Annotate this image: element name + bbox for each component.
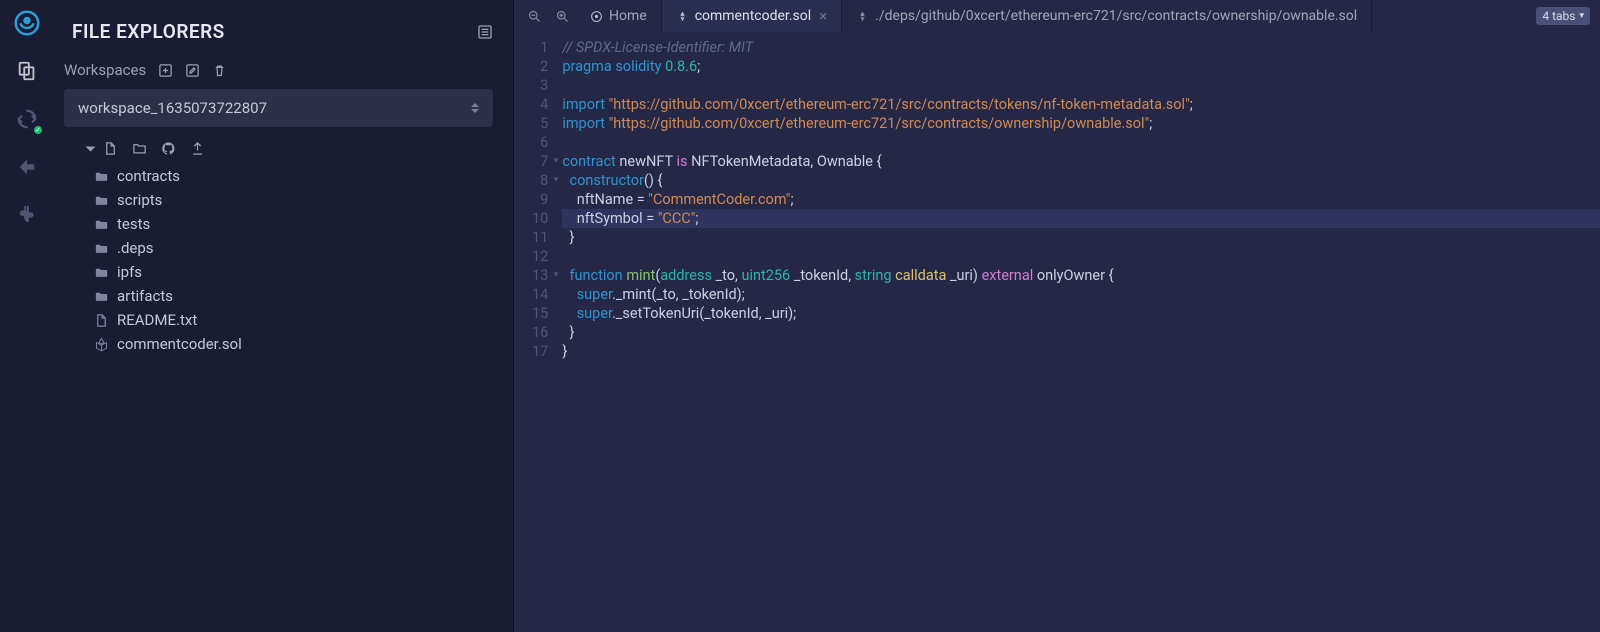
- github-icon[interactable]: [161, 141, 176, 156]
- home-icon: [590, 10, 603, 23]
- tab-home-label: Home: [609, 8, 647, 24]
- add-workspace-icon[interactable]: [158, 63, 173, 78]
- new-folder-icon[interactable]: [132, 141, 147, 156]
- zoom-in-icon[interactable]: [548, 9, 576, 24]
- close-icon[interactable]: ×: [819, 7, 827, 25]
- file-explorer-panel: FILE EXPLORERS Workspaces workspace_1635…: [54, 0, 514, 632]
- tab-home[interactable]: Home: [576, 0, 662, 32]
- code-editor[interactable]: 123456 789101112 1314151617 // SPDX-Lice…: [514, 32, 1600, 632]
- tree-folder[interactable]: tests: [94, 212, 493, 236]
- tree-folder[interactable]: scripts: [94, 188, 493, 212]
- workspace-select[interactable]: workspace_1635073722807: [64, 89, 493, 127]
- zoom-out-icon[interactable]: [520, 9, 548, 24]
- tab-other-label: ./deps/github/0xcert/ethereum-erc721/src…: [875, 8, 1357, 24]
- tree-file[interactable]: README.txt: [94, 308, 493, 332]
- tree-toolbar: [64, 137, 493, 164]
- solidity-icon: [676, 10, 689, 23]
- workspace-selected: workspace_1635073722807: [78, 99, 267, 117]
- gutter: 123456 789101112 1314151617: [514, 38, 562, 632]
- tree-folder[interactable]: ipfs: [94, 260, 493, 284]
- tree-file[interactable]: commentcoder.sol: [94, 332, 493, 356]
- upload-icon[interactable]: [190, 141, 205, 156]
- tree-folder[interactable]: artifacts: [94, 284, 493, 308]
- workspaces-row: Workspaces: [64, 57, 493, 89]
- panel-title: FILE EXPLORERS: [72, 20, 225, 43]
- panel-menu-icon[interactable]: [477, 24, 493, 40]
- tab-active[interactable]: commentcoder.sol ×: [662, 0, 842, 32]
- tree-folder[interactable]: .deps: [94, 236, 493, 260]
- tab-other[interactable]: ./deps/github/0xcert/ethereum-erc721/src…: [842, 0, 1372, 32]
- tree-caret-icon[interactable]: [86, 146, 96, 151]
- tab-bar: Home commentcoder.sol × ./deps/github/0x…: [514, 0, 1600, 32]
- file-tree: contracts scripts tests .deps ipfs artif…: [64, 164, 493, 356]
- app-logo: [12, 8, 42, 38]
- editor-area: Home commentcoder.sol × ./deps/github/0x…: [514, 0, 1600, 632]
- file-explorer-icon[interactable]: [12, 56, 42, 86]
- new-file-icon[interactable]: [103, 141, 118, 156]
- deploy-icon[interactable]: [12, 152, 42, 182]
- delete-workspace-icon[interactable]: [212, 63, 227, 78]
- workspaces-label: Workspaces: [64, 61, 146, 79]
- tab-count-button[interactable]: 4 tabs: [1536, 7, 1590, 25]
- select-sort-icon: [471, 103, 479, 113]
- compiler-icon[interactable]: [12, 104, 42, 134]
- code-body[interactable]: // SPDX-License-Identifier: MIT pragma s…: [562, 38, 1600, 632]
- tab-active-label: commentcoder.sol: [695, 8, 811, 24]
- tree-folder[interactable]: contracts: [94, 164, 493, 188]
- icon-sidebar: [0, 0, 54, 632]
- solidity-icon: [856, 10, 869, 23]
- plugin-icon[interactable]: [12, 200, 42, 230]
- rename-workspace-icon[interactable]: [185, 63, 200, 78]
